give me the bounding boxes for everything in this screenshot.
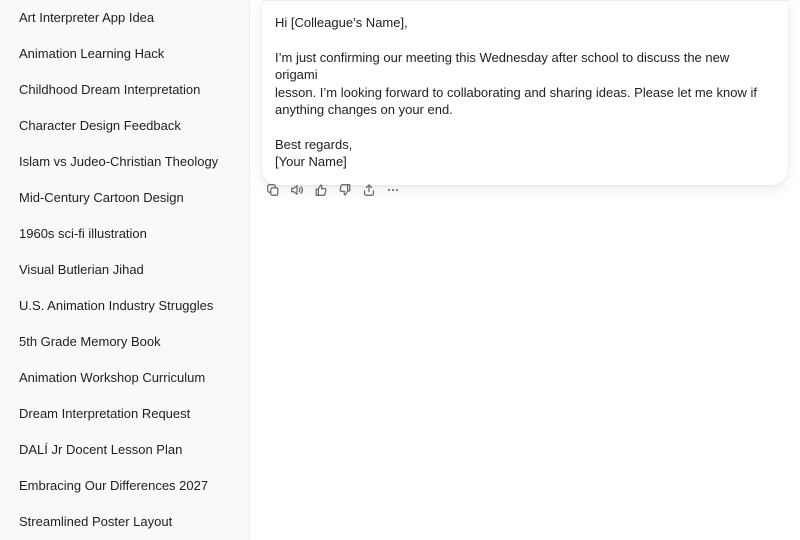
- message-signature: [Your Name]: [275, 154, 347, 169]
- message-closing: Best regards,: [275, 136, 353, 152]
- message-body-line: I’m just confirming our meeting this Wed…: [275, 49, 730, 83]
- thumbs-down-icon[interactable]: [337, 182, 353, 198]
- message-body-line: lesson. I’m looking forward to collabora…: [275, 84, 757, 100]
- sidebar-item[interactable]: Visual Butlerian Jihad: [8, 252, 241, 288]
- sidebar-item[interactable]: Streamlined Poster Layout: [8, 504, 241, 540]
- assistant-message: Hi [Colleague’s Name], I’m just confirmi…: [262, 0, 788, 185]
- app: Art Interpreter App Idea Animation Learn…: [0, 0, 800, 540]
- sidebar-item[interactable]: Islam vs Judeo-Christian Theology: [8, 144, 241, 180]
- message-body-line: anything changes on your end.: [275, 102, 453, 117]
- share-icon[interactable]: [361, 182, 377, 198]
- sidebar-item[interactable]: 5th Grade Memory Book: [8, 324, 241, 360]
- message-actions: [265, 182, 401, 198]
- sidebar-item[interactable]: 1960s sci-fi illustration: [8, 216, 241, 252]
- chat-history-list: Art Interpreter App Idea Animation Learn…: [8, 0, 249, 540]
- chat-main: Hi [Colleague’s Name], I’m just confirmi…: [250, 0, 800, 540]
- sidebar-item[interactable]: Art Interpreter App Idea: [8, 0, 241, 36]
- sidebar-item[interactable]: DALÍ Jr Docent Lesson Plan: [8, 432, 241, 468]
- read-aloud-icon[interactable]: [289, 182, 305, 198]
- sidebar: Art Interpreter App Idea Animation Learn…: [0, 0, 250, 540]
- sidebar-item[interactable]: Embracing Our Differences 2027: [8, 468, 241, 504]
- copy-icon[interactable]: [265, 182, 281, 198]
- sidebar-item[interactable]: Dream Interpretation Request: [8, 396, 241, 432]
- sidebar-item[interactable]: Mid-Century Cartoon Design: [8, 180, 241, 216]
- divider: [262, 0, 788, 1]
- sidebar-item[interactable]: U.S. Animation Industry Struggles: [8, 288, 241, 324]
- thumbs-up-icon[interactable]: [313, 182, 329, 198]
- more-icon[interactable]: [385, 182, 401, 198]
- sidebar-item[interactable]: Animation Learning Hack: [8, 36, 241, 72]
- sidebar-item[interactable]: Animation Workshop Curriculum: [8, 360, 241, 396]
- sidebar-item[interactable]: Character Design Feedback: [8, 108, 241, 144]
- message-greeting: Hi [Colleague’s Name],: [275, 15, 408, 30]
- sidebar-item[interactable]: Childhood Dream Interpretation: [8, 72, 241, 108]
